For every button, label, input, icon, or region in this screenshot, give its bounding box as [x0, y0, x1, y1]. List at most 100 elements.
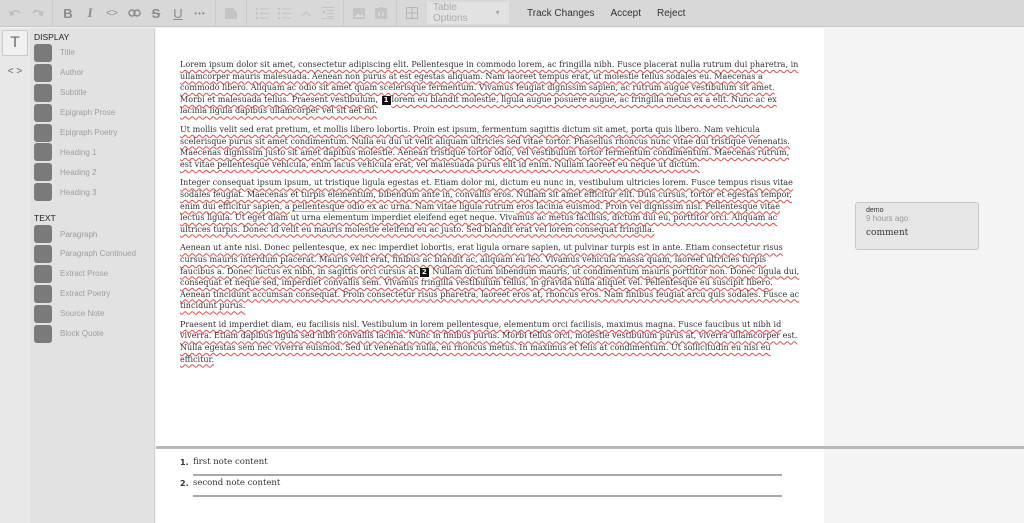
note-content[interactable]: first note content: [193, 457, 268, 467]
table-options-dropdown[interactable]: Table Options ▼: [427, 2, 509, 24]
accept-button[interactable]: Accept: [602, 0, 649, 27]
history-group: [0, 0, 53, 27]
style-item-label: Source Note: [60, 309, 105, 319]
style-item-title[interactable]: Title: [30, 43, 154, 63]
underline-button[interactable]: U: [167, 2, 189, 24]
editor-page[interactable]: Lorem ipsum dolor sit amet, consectetur …: [156, 28, 824, 446]
style-item-subtitle[interactable]: Subtitle: [30, 83, 154, 103]
style-swatch-icon: [34, 324, 52, 343]
style-swatch-icon: [34, 63, 52, 82]
style-item-label: Title: [60, 48, 75, 58]
redo-button[interactable]: [26, 2, 48, 24]
paragraph-2[interactable]: Ut mollis velit sed erat pretium, et mol…: [180, 124, 800, 170]
style-item-label: Epigraph Poetry: [60, 128, 118, 137]
tracked-change-highlight[interactable]: pellentesque odio ex ac urna. Nam vitae …: [292, 201, 514, 212]
block-button[interactable]: [220, 2, 242, 24]
style-item-heading-1[interactable]: Heading 1: [30, 142, 154, 162]
italic-icon: I: [87, 5, 93, 20]
link-button[interactable]: [123, 2, 145, 24]
bullet-list-button[interactable]: [273, 2, 295, 24]
style-item-label: Block Quote: [60, 329, 104, 339]
style-item-label: Subtitle: [60, 88, 87, 98]
more-icon: •••: [194, 8, 206, 18]
track-changes-button[interactable]: Track Changes: [519, 0, 602, 27]
style-swatch-icon: [34, 163, 52, 182]
comment-author: demo: [866, 207, 884, 214]
style-item-label: Extract Poetry: [60, 289, 111, 299]
note-marker-1[interactable]: 1: [381, 95, 391, 105]
indent-icon: [322, 7, 334, 19]
table-group: Table Options ▼: [397, 0, 513, 27]
style-item-block-quote[interactable]: Block Quote: [30, 324, 154, 344]
note-number: 1.: [180, 458, 189, 467]
display-style-list: Title Author Subtitle Epigraph Prose Epigrap…: [30, 43, 154, 202]
text-mode-icon: T: [10, 35, 20, 51]
code-mode-icon: < >: [7, 65, 23, 77]
ordered-list-button[interactable]: [251, 2, 273, 24]
link-icon: [127, 9, 141, 17]
bullet-list-icon: [277, 7, 291, 19]
document-body[interactable]: Lorem ipsum dolor sit amet, consectetur …: [180, 59, 800, 372]
insert-embed-button[interactable]: [370, 2, 392, 24]
insert-image-button[interactable]: [348, 2, 370, 24]
italic-button[interactable]: I: [79, 2, 101, 24]
indent-button[interactable]: [317, 2, 339, 24]
style-item-epigraph-prose[interactable]: Epigraph Prose: [30, 103, 154, 123]
style-item-label: Heading 2: [60, 167, 97, 177]
undo-button[interactable]: [4, 2, 26, 24]
ordered-list-icon: [255, 7, 269, 19]
style-item-label: Extract Prose: [60, 269, 109, 279]
paragraph-4[interactable]: Aenean ut ante nisi. Donec pellentesque,…: [180, 242, 800, 312]
style-swatch-icon: [34, 143, 52, 162]
note-number: 2.: [180, 479, 189, 488]
note-item[interactable]: 1. first note content: [180, 456, 782, 477]
style-item-paragraph[interactable]: Paragraph: [30, 224, 154, 244]
note-item[interactable]: 2. second note content: [180, 477, 782, 498]
note-separator: [193, 474, 782, 476]
redo-icon: [31, 9, 44, 17]
reject-button[interactable]: Reject: [649, 0, 693, 27]
comment-card[interactable]: demo 9 hours ago comment: [855, 202, 979, 250]
code-mode-tab[interactable]: < >: [2, 58, 28, 84]
paragraph-3[interactable]: Integer consequat ipsum ipsum, ut tristi…: [180, 177, 800, 235]
style-item-extract-prose[interactable]: Extract Prose: [30, 264, 154, 284]
note-content[interactable]: second note content: [193, 478, 280, 488]
style-item-heading-2[interactable]: Heading 2: [30, 162, 154, 182]
text-style-list: Paragraph Paragraph Continued Extract Pros…: [30, 224, 154, 343]
toolbar: B I <> S U ••• Table Options ▼ Track Cha…: [0, 0, 1024, 27]
paragraph-5[interactable]: Praesent id imperdiet diam, eu facilisis…: [180, 319, 800, 365]
code-icon: <>: [106, 7, 118, 19]
comment-timestamp: 9 hours ago: [866, 214, 909, 223]
style-swatch-icon: [34, 225, 52, 244]
style-item-extract-poetry[interactable]: Extract Poetry: [30, 284, 154, 304]
table-options-label: Table Options: [433, 2, 468, 24]
embed-icon: [375, 7, 387, 19]
code-button[interactable]: <>: [101, 2, 123, 24]
comment-text: comment: [866, 228, 909, 238]
style-item-label: Paragraph Continued: [60, 249, 137, 259]
insert-table-button[interactable]: [401, 2, 423, 24]
note-marker-2[interactable]: 2: [419, 267, 429, 277]
paragraph-5-text: Praesent id imperdiet diam, eu facilisis…: [180, 319, 798, 364]
style-item-heading-3[interactable]: Heading 3: [30, 182, 154, 202]
notes-pane: 1. first note content 2. second note con…: [156, 449, 824, 523]
more-button[interactable]: •••: [189, 2, 211, 24]
style-item-paragraph-continued[interactable]: Paragraph Continued: [30, 244, 154, 264]
style-item-author[interactable]: Author: [30, 63, 154, 83]
chevron-down-icon: ▼: [494, 9, 501, 17]
style-swatch-icon: [34, 183, 52, 202]
paragraph-1[interactable]: Lorem ipsum dolor sit amet, consectetur …: [180, 59, 800, 117]
underline-icon: U: [173, 5, 183, 21]
strikethrough-button[interactable]: S: [145, 2, 167, 24]
bold-button[interactable]: B: [57, 2, 79, 24]
style-item-label: Epigraph Prose: [60, 108, 116, 118]
undo-icon: [8, 9, 21, 17]
style-swatch-icon: [34, 304, 52, 323]
style-item-label: Heading 3: [60, 187, 97, 197]
text-mode-tab[interactable]: T: [2, 30, 28, 56]
style-swatch-icon: [34, 264, 52, 283]
lift-button[interactable]: [295, 2, 317, 24]
style-item-epigraph-poetry[interactable]: Epigraph Poetry: [30, 123, 154, 143]
style-item-source-note[interactable]: Source Note: [30, 304, 154, 324]
style-swatch-icon: [34, 83, 52, 102]
